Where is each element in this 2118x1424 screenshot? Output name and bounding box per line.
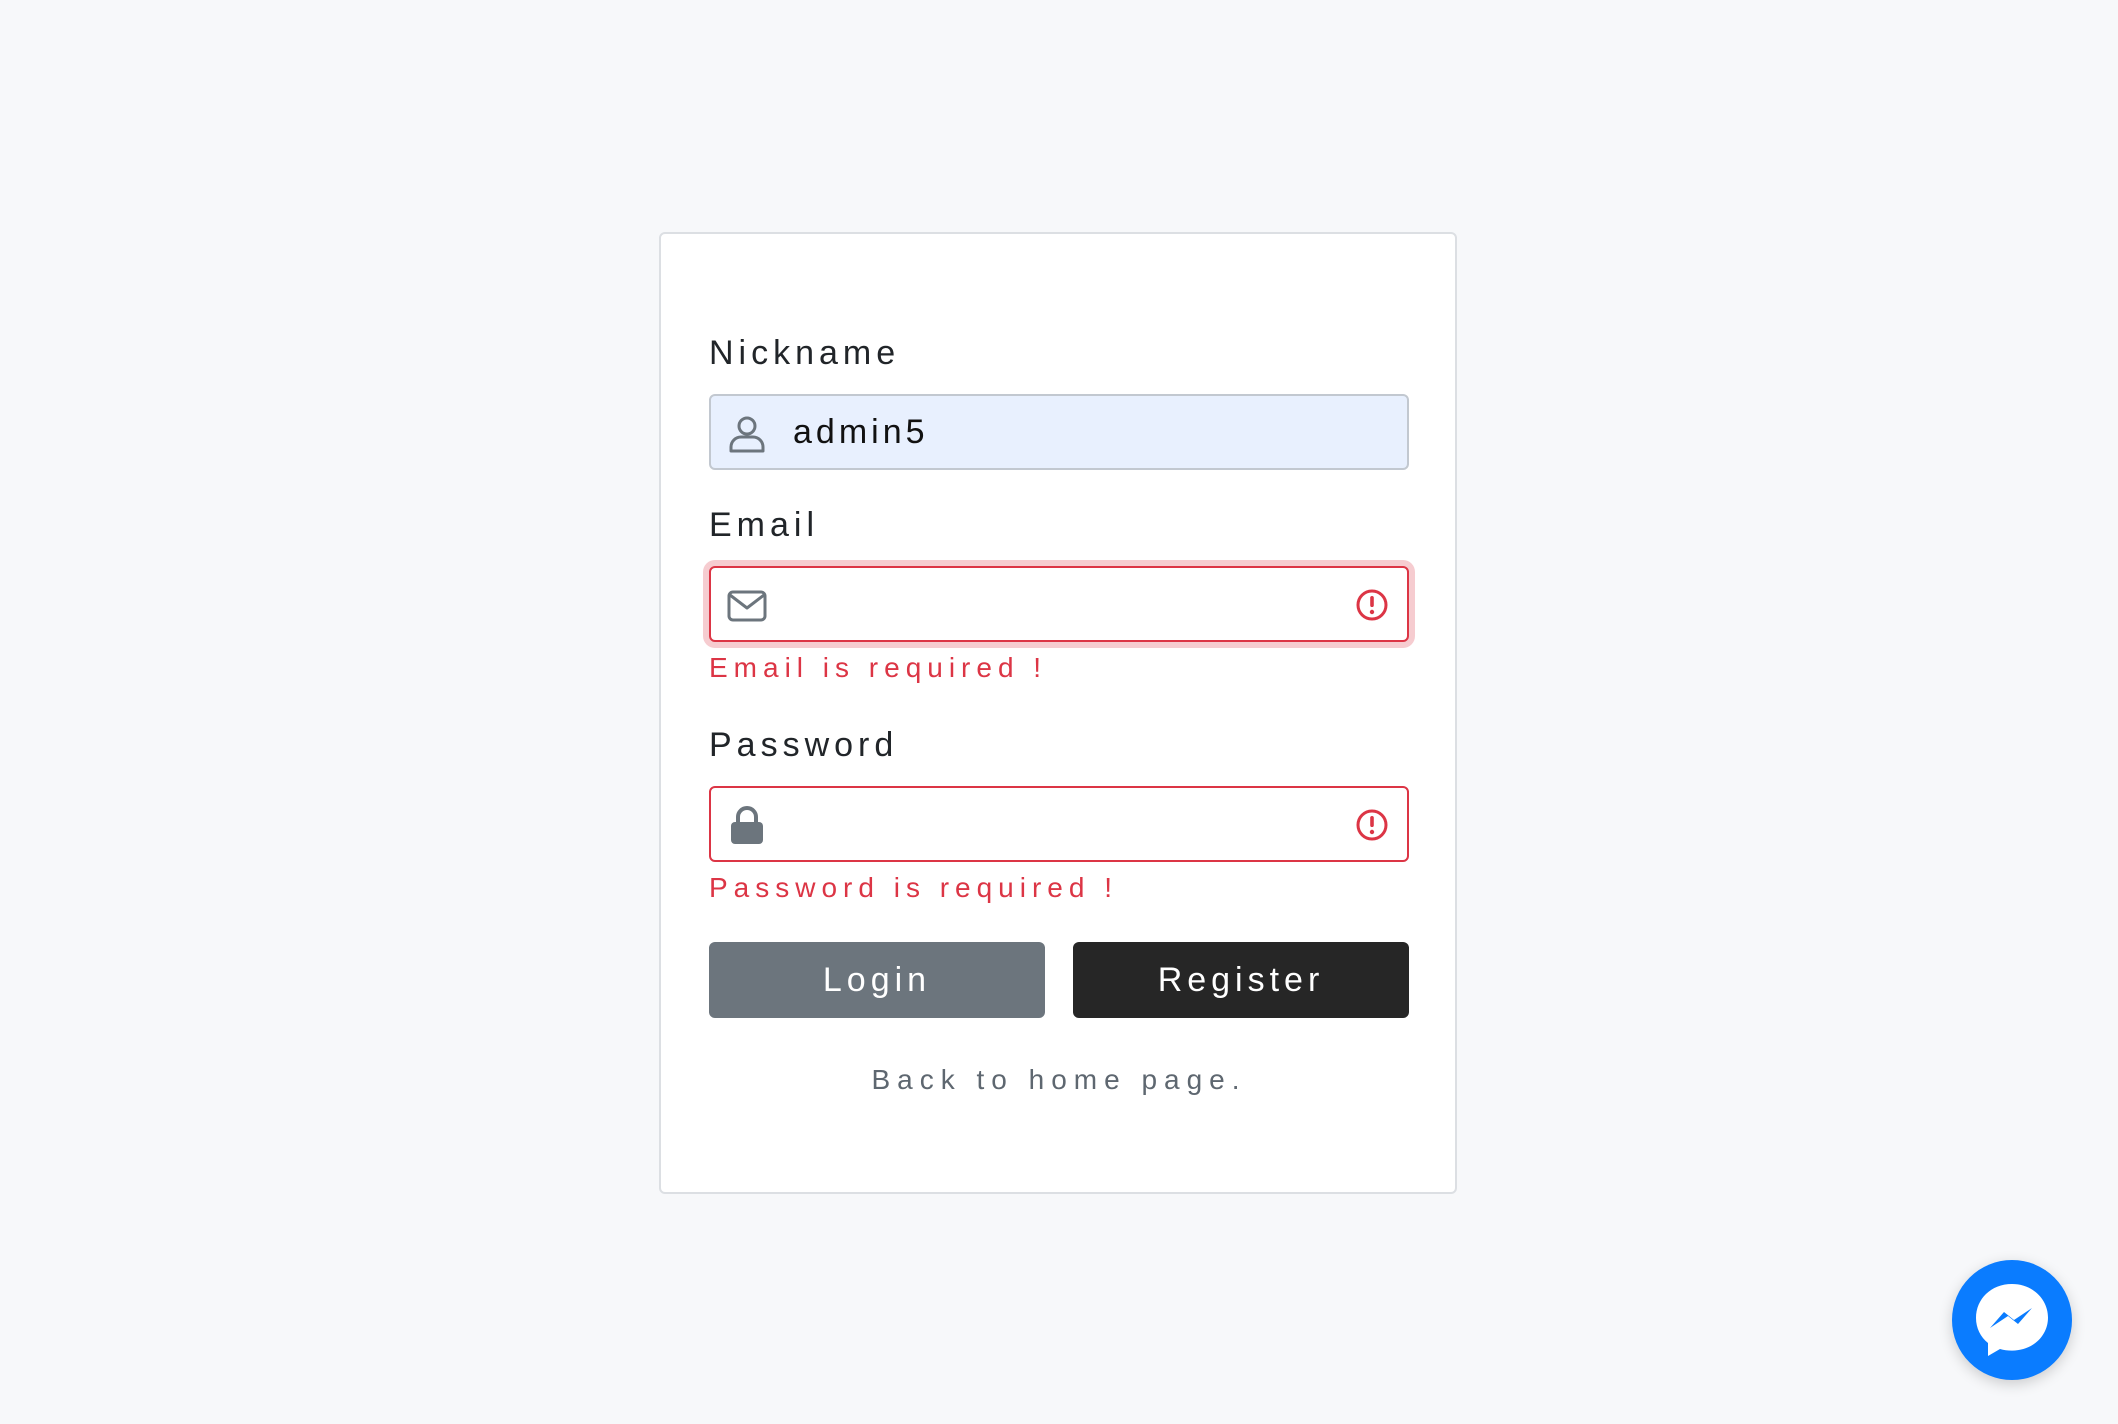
nickname-field[interactable]: admin5 [709,394,1409,470]
messenger-icon [1976,1284,2048,1356]
email-error-message: Email is required ! [709,652,1048,683]
password-field[interactable] [709,786,1409,862]
envelope-icon [727,590,767,622]
password-error-message: Password is required ! [709,872,1119,903]
nickname-label: Nickname [709,334,901,372]
register-button[interactable]: Register [1073,942,1409,1018]
password-label: Password [709,726,899,764]
error-alert-icon [1356,809,1388,841]
lock-icon [731,806,763,844]
email-field[interactable] [709,566,1409,642]
user-icon [729,416,765,453]
login-button[interactable]: Login [709,942,1045,1018]
error-alert-icon [1356,589,1388,621]
messenger-chat-button[interactable] [1952,1260,2072,1380]
back-to-home-link[interactable]: Back to home page. [709,1064,1409,1096]
login-card: Nickname admin5 Email Email is required … [659,232,1457,1194]
email-label: Email [709,506,820,544]
nickname-value: admin5 [793,413,929,451]
